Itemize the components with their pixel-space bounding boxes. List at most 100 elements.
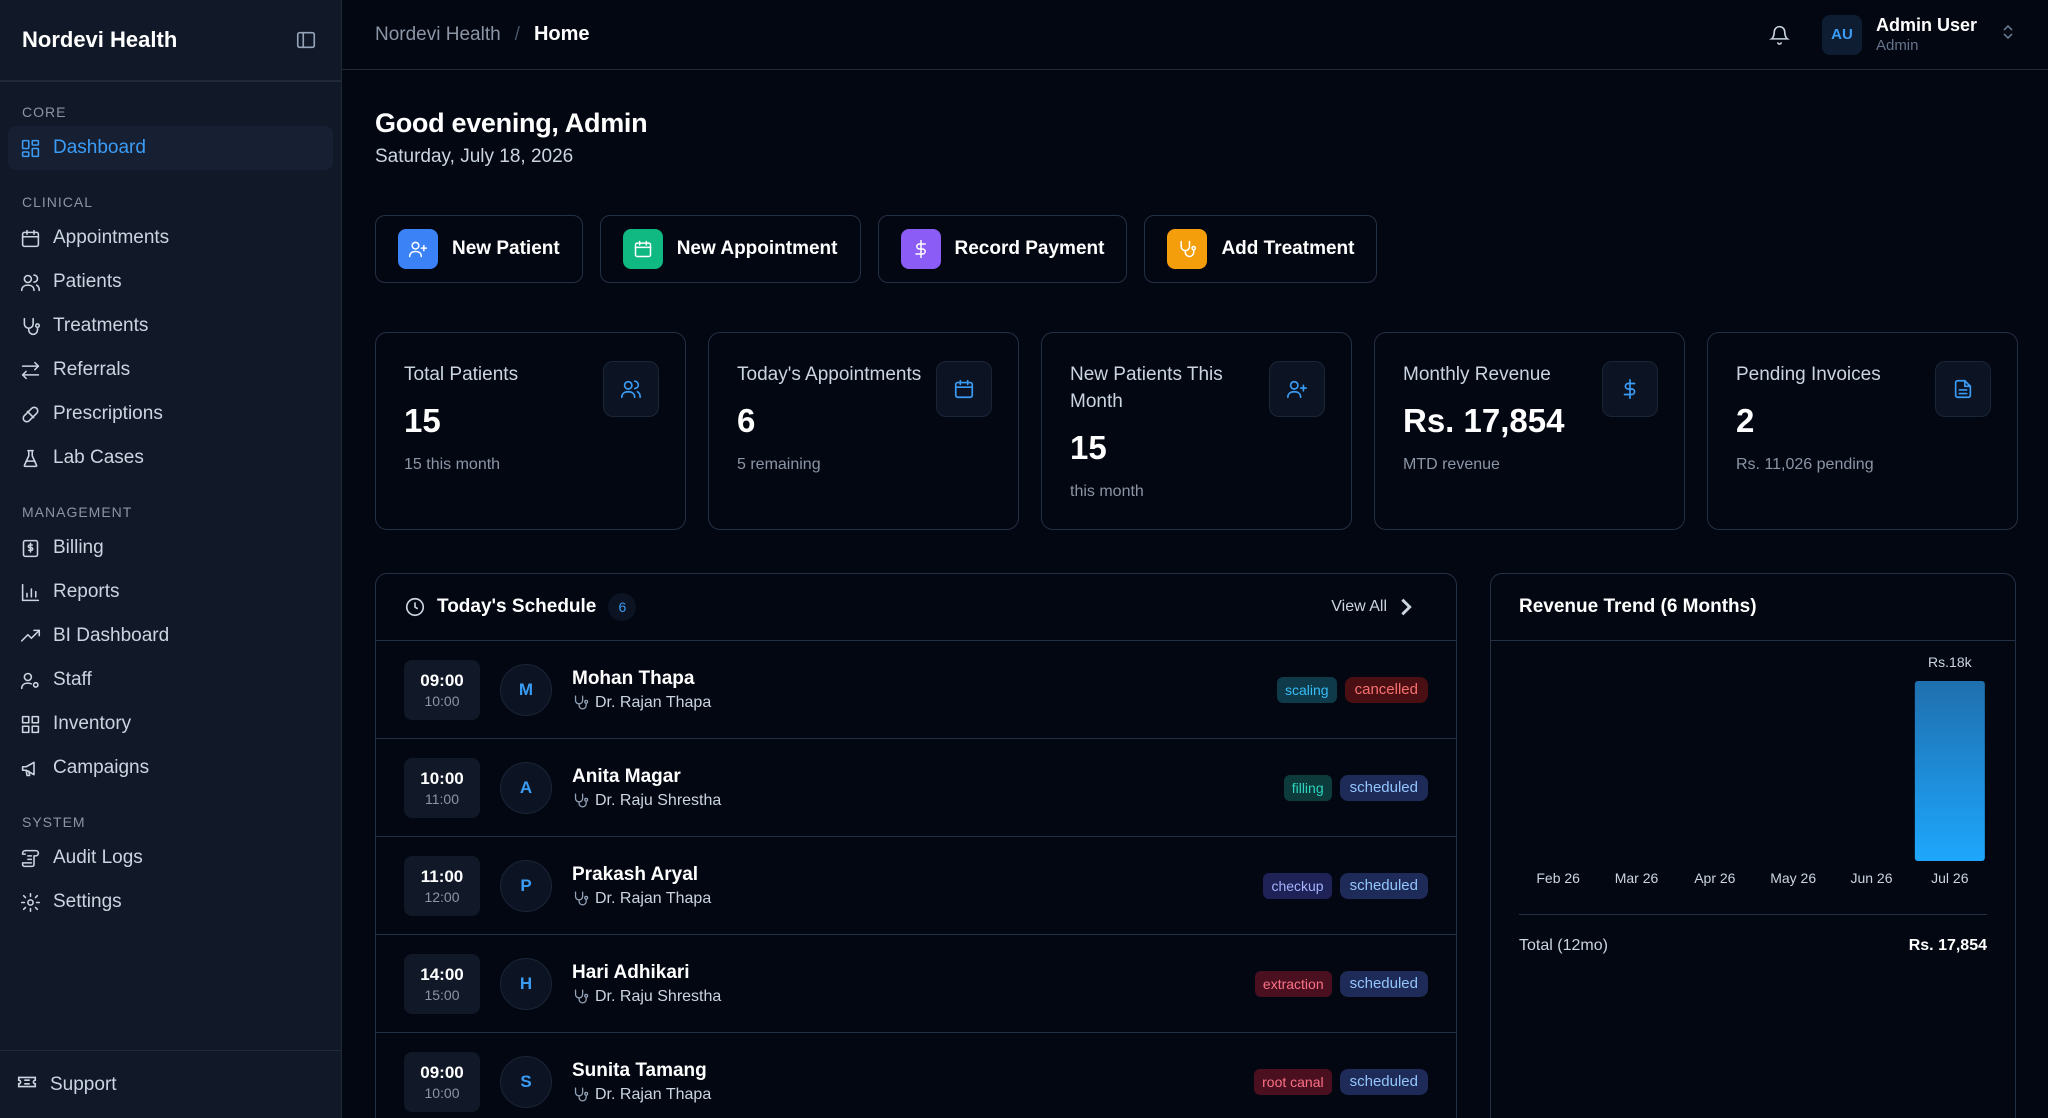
status-badge: scheduled — [1339, 1068, 1428, 1095]
schedule-row[interactable]: 14:00 15:00 H Hari Adhikari Dr. Raju Shresth… — [376, 935, 1456, 1033]
new-patient-button[interactable]: New Patient — [375, 215, 583, 283]
calendar-icon — [622, 229, 663, 269]
nav-section-clinical: CLINICAL — [22, 194, 94, 210]
revenue-total-label: Total (12mo) — [1519, 937, 1608, 954]
time-box: 09:00 10:00 — [404, 659, 480, 720]
pill-icon — [20, 404, 41, 425]
revenue-title: Revenue Trend (6 Months) — [1491, 574, 2015, 641]
stat-label: New Patients This Month — [1070, 364, 1223, 412]
trending-up-icon — [20, 626, 41, 647]
stethoscope-icon — [572, 694, 589, 711]
sidebar-item-lab-cases[interactable]: Lab Cases — [8, 436, 333, 480]
dollar-icon — [1602, 361, 1658, 417]
gear-icon — [20, 892, 41, 913]
patient-info: Hari Adhikari Dr. Raju Shrestha — [572, 962, 721, 1006]
stethoscope-icon — [572, 1086, 589, 1103]
stat-label: Today's Appointments — [737, 364, 922, 385]
sidebar-item-label: Lab Cases — [53, 447, 144, 468]
sidebar-item-audit-logs[interactable]: Audit Logs — [8, 836, 333, 880]
new-appointment-button[interactable]: New Appointment — [599, 215, 861, 283]
stats-row: Total Patients 15 15 this month Today's App… — [375, 332, 2018, 530]
action-label: Record Payment — [954, 238, 1105, 259]
schedule-row[interactable]: 09:00 10:00 S Sunita Tamang Dr. Rajan Thapa r… — [376, 1033, 1456, 1118]
users-icon — [603, 361, 659, 417]
revenue-bar[interactable] — [1914, 681, 1985, 861]
schedule-row[interactable]: 10:00 11:00 A Anita Magar Dr. Raju Shrestha f… — [376, 739, 1456, 837]
breadcrumb-root[interactable]: Nordevi Health — [375, 24, 501, 46]
stat-label: Pending Invoices — [1736, 364, 1881, 385]
bar-data-label: Rs.18k — [1928, 654, 1973, 670]
sidebar-nav: CORE Dashboard CLINICAL Appointments Patient… — [0, 82, 341, 924]
bell-icon[interactable] — [1760, 15, 1800, 55]
stat-subtext: Rs. 11,026 pending — [1736, 456, 1874, 473]
support-label: Support — [50, 1073, 117, 1095]
patient-name: Mohan Thapa — [572, 667, 695, 689]
revenue-chart: Feb 26 Mar 26 Apr 26 May 26 Jun 26 Rs.18k Jul … — [1536, 654, 1985, 886]
schedule-row[interactable]: 09:00 10:00 M Mohan Thapa Dr. Rajan Thapa sca… — [376, 641, 1456, 739]
treatment-type-badge: checkup — [1263, 872, 1332, 899]
sidebar-item-prescriptions[interactable]: Prescriptions — [8, 392, 333, 436]
doctor-line: Dr. Rajan Thapa — [572, 1086, 711, 1104]
start-time: 09:00 — [420, 1062, 464, 1082]
doctor-name: Dr. Rajan Thapa — [595, 889, 712, 907]
doctor-line: Dr. Rajan Thapa — [572, 890, 711, 908]
add-treatment-button[interactable]: Add Treatment — [1144, 215, 1378, 283]
clock-icon — [405, 597, 425, 617]
sidebar-item-label: Inventory — [53, 713, 132, 734]
nav-section-system: SYSTEM — [22, 814, 86, 830]
stat-subtext: MTD revenue — [1403, 456, 1500, 473]
patient-info: Sunita Tamang Dr. Rajan Thapa — [572, 1060, 711, 1104]
user-menu[interactable]: Admin User Admin — [1876, 15, 1977, 55]
stethoscope-icon — [1167, 229, 1208, 269]
sidebar-item-billing[interactable]: Billing — [8, 526, 333, 570]
patient-info: Mohan Thapa Dr. Rajan Thapa — [572, 668, 711, 712]
end-time: 11:00 — [425, 790, 459, 807]
sidebar-item-inventory[interactable]: Inventory — [8, 702, 333, 746]
file-text-icon — [1935, 361, 1991, 417]
start-time: 14:00 — [420, 964, 464, 984]
todays-schedule-card: Today's Schedule 6 View All 09:00 10:00 M M… — [375, 573, 1457, 1118]
view-all-link[interactable]: View All — [1331, 596, 1428, 618]
sidebar-item-reports[interactable]: Reports — [8, 570, 333, 614]
x-tick-label: Feb 26 — [1536, 870, 1580, 886]
end-time: 15:00 — [424, 986, 460, 1003]
receipt-icon — [20, 538, 41, 559]
x-tick-label: Apr 26 — [1694, 870, 1735, 886]
sidebar-item-treatments[interactable]: Treatments — [8, 304, 333, 348]
record-payment-button[interactable]: Record Payment — [877, 215, 1128, 283]
sidebar-item-referrals[interactable]: Referrals — [8, 348, 333, 392]
patient-info: Prakash Aryal Dr. Rajan Thapa — [572, 864, 711, 908]
sidebar-item-campaigns[interactable]: Campaigns — [8, 746, 333, 790]
patient-name: Anita Magar — [572, 765, 681, 787]
chevrons-up-down-icon[interactable] — [2001, 23, 2015, 47]
sidebar-item-bi-dashboard[interactable]: BI Dashboard — [8, 614, 333, 658]
status-badge: cancelled — [1344, 676, 1428, 703]
row-tags: checkup scheduled — [1263, 872, 1428, 899]
support-link[interactable]: Support — [0, 1050, 341, 1118]
sidebar-item-label: Prescriptions — [53, 403, 163, 424]
schedule-header: Today's Schedule 6 View All — [376, 574, 1456, 641]
user-avatar[interactable]: AU — [1821, 14, 1862, 55]
row-tags: scaling cancelled — [1277, 676, 1428, 703]
sidebar-item-patients[interactable]: Patients — [8, 260, 333, 304]
doctor-name: Dr. Rajan Thapa — [595, 693, 712, 711]
quick-actions: New Patient New Appointment Record Payment… — [375, 215, 1378, 283]
sidebar-item-label: Settings — [53, 891, 122, 912]
action-label: New Patient — [452, 238, 560, 259]
sidebar-item-settings[interactable]: Settings — [8, 880, 333, 924]
action-label: Add Treatment — [1221, 238, 1355, 259]
schedule-row[interactable]: 11:00 12:00 P Prakash Aryal Dr. Rajan Thapa c… — [376, 837, 1456, 935]
sidebar-toggle-icon[interactable] — [293, 27, 319, 53]
action-label: New Appointment — [676, 238, 838, 259]
users-icon — [20, 272, 41, 293]
sidebar-item-appointments[interactable]: Appointments — [8, 216, 333, 260]
arrows-exchange-icon — [20, 360, 41, 381]
sidebar-item-label: Dashboard — [53, 137, 146, 158]
treatment-type-badge: root canal — [1254, 1068, 1332, 1095]
sidebar-item-label: Staff — [53, 669, 92, 690]
sidebar-item-dashboard[interactable]: Dashboard — [8, 126, 333, 170]
stat-card-pending-invoices: Pending Invoices 2 Rs. 11,026 pending — [1707, 332, 2018, 530]
sidebar-item-staff[interactable]: Staff — [8, 658, 333, 702]
end-time: 12:00 — [424, 888, 460, 905]
status-badge: scheduled — [1339, 872, 1428, 899]
